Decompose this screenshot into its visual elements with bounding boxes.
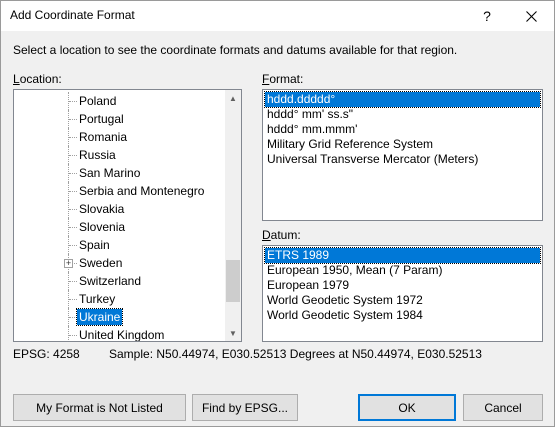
title-bar: Add Coordinate Format ? <box>1 1 554 31</box>
tree-item-label: Sweden <box>79 256 123 270</box>
location-tree-items: Poland Portugal Romania Russia San Marino Ser… <box>14 90 225 341</box>
sample-text: Sample: N50.44974, E030.52513 Degrees at… <box>109 347 482 361</box>
tree-item-label: Switzerland <box>79 274 142 288</box>
tree-item[interactable]: Turkey <box>14 290 225 308</box>
tree-item[interactable]: Russia <box>14 146 225 164</box>
tree-item-label: Portugal <box>79 112 124 126</box>
scroll-thumb[interactable] <box>226 260 240 302</box>
tree-item-label: Serbia and Montenegro <box>79 184 205 198</box>
datum-list-item[interactable]: European 1950, Mean (7 Param) <box>265 263 540 278</box>
tree-item[interactable]: San Marino <box>14 164 225 182</box>
datum-list-item[interactable]: European 1979 <box>265 278 540 293</box>
location-scrollbar[interactable]: ▲ ▼ <box>225 90 241 341</box>
close-icon <box>525 10 537 22</box>
tree-item-label: Slovakia <box>79 202 125 216</box>
tree-item[interactable]: Ukraine <box>14 308 225 326</box>
add-coordinate-format-dialog: Add Coordinate Format ? Select a locatio… <box>0 0 555 427</box>
tree-item[interactable]: Slovakia <box>14 200 225 218</box>
tree-item-label: Romania <box>79 130 128 144</box>
datum-list-item[interactable]: World Geodetic System 1984 <box>265 308 540 323</box>
tree-item-label: United Kingdom <box>79 328 165 341</box>
help-button[interactable]: ? <box>465 1 509 31</box>
tree-connector <box>69 155 77 156</box>
find-by-epsg-button[interactable]: Find by EPSG... <box>192 394 298 421</box>
tree-connector <box>69 245 77 246</box>
tree-connector <box>69 227 77 228</box>
format-list[interactable]: hddd.ddddd° hddd° mm' ss.s" hddd° mm.mmm' M… <box>262 89 543 221</box>
tree-connector <box>68 326 69 341</box>
format-label: Format: <box>262 72 304 86</box>
my-format-not-listed-button[interactable]: My Format is Not Listed <box>13 394 186 421</box>
ok-button[interactable]: OK <box>358 394 456 421</box>
tree-item-label: Turkey <box>79 292 116 306</box>
scroll-up-arrow-icon[interactable]: ▲ <box>225 90 241 106</box>
tree-item[interactable]: Poland <box>14 92 225 110</box>
tree-connector <box>69 281 77 282</box>
tree-connector <box>69 119 77 120</box>
tree-item[interactable]: Spain <box>14 236 225 254</box>
epsg-code: EPSG: 4258 <box>13 347 80 361</box>
tree-item-label: Slovenia <box>79 220 126 234</box>
instruction-text: Select a location to see the coordinate … <box>13 43 458 57</box>
scroll-down-arrow-icon[interactable]: ▼ <box>225 325 241 341</box>
tree-item[interactable]: + Sweden <box>14 254 225 272</box>
tree-connector <box>69 335 77 336</box>
format-list-item[interactable]: hddd° mm' ss.s" <box>265 107 540 122</box>
tree-item[interactable]: Portugal <box>14 110 225 128</box>
datum-label: Datum: <box>262 228 301 242</box>
tree-connector <box>69 137 77 138</box>
tree-item-label: San Marino <box>79 166 141 180</box>
tree-item-label: Ukraine <box>75 308 124 326</box>
tree-item-label: Spain <box>79 238 110 252</box>
tree-item[interactable]: Serbia and Montenegro <box>14 182 225 200</box>
location-label: Location: <box>13 72 62 86</box>
cancel-button[interactable]: Cancel <box>463 394 543 421</box>
close-button[interactable] <box>509 1 553 31</box>
tree-connector <box>69 317 77 318</box>
tree-item-label: Russia <box>79 148 116 162</box>
tree-item-label: Poland <box>79 94 117 108</box>
datum-list-item[interactable]: ETRS 1989 <box>264 247 541 264</box>
datum-list[interactable]: ETRS 1989 European 1950, Mean (7 Param) Eu… <box>262 245 543 342</box>
tree-item[interactable]: United Kingdom <box>14 326 225 341</box>
format-list-item[interactable]: hddd° mm.mmm' <box>265 122 540 137</box>
tree-connector <box>69 101 77 102</box>
format-list-item[interactable]: Universal Transverse Mercator (Meters) <box>265 152 540 167</box>
datum-list-item[interactable]: World Geodetic System 1972 <box>265 293 540 308</box>
expand-plus-icon[interactable]: + <box>64 259 73 268</box>
tree-connector <box>69 173 77 174</box>
format-list-item[interactable]: Military Grid Reference System <box>265 137 540 152</box>
tree-connector <box>69 191 77 192</box>
window-title: Add Coordinate Format <box>10 8 135 22</box>
tree-connector <box>69 209 77 210</box>
tree-item[interactable]: Slovenia <box>14 218 225 236</box>
tree-connector <box>69 299 77 300</box>
location-tree[interactable]: Poland Portugal Romania Russia San Marino Ser… <box>13 89 242 342</box>
format-list-item[interactable]: hddd.ddddd° <box>264 91 541 108</box>
tree-item[interactable]: Switzerland <box>14 272 225 290</box>
tree-item[interactable]: Romania <box>14 128 225 146</box>
